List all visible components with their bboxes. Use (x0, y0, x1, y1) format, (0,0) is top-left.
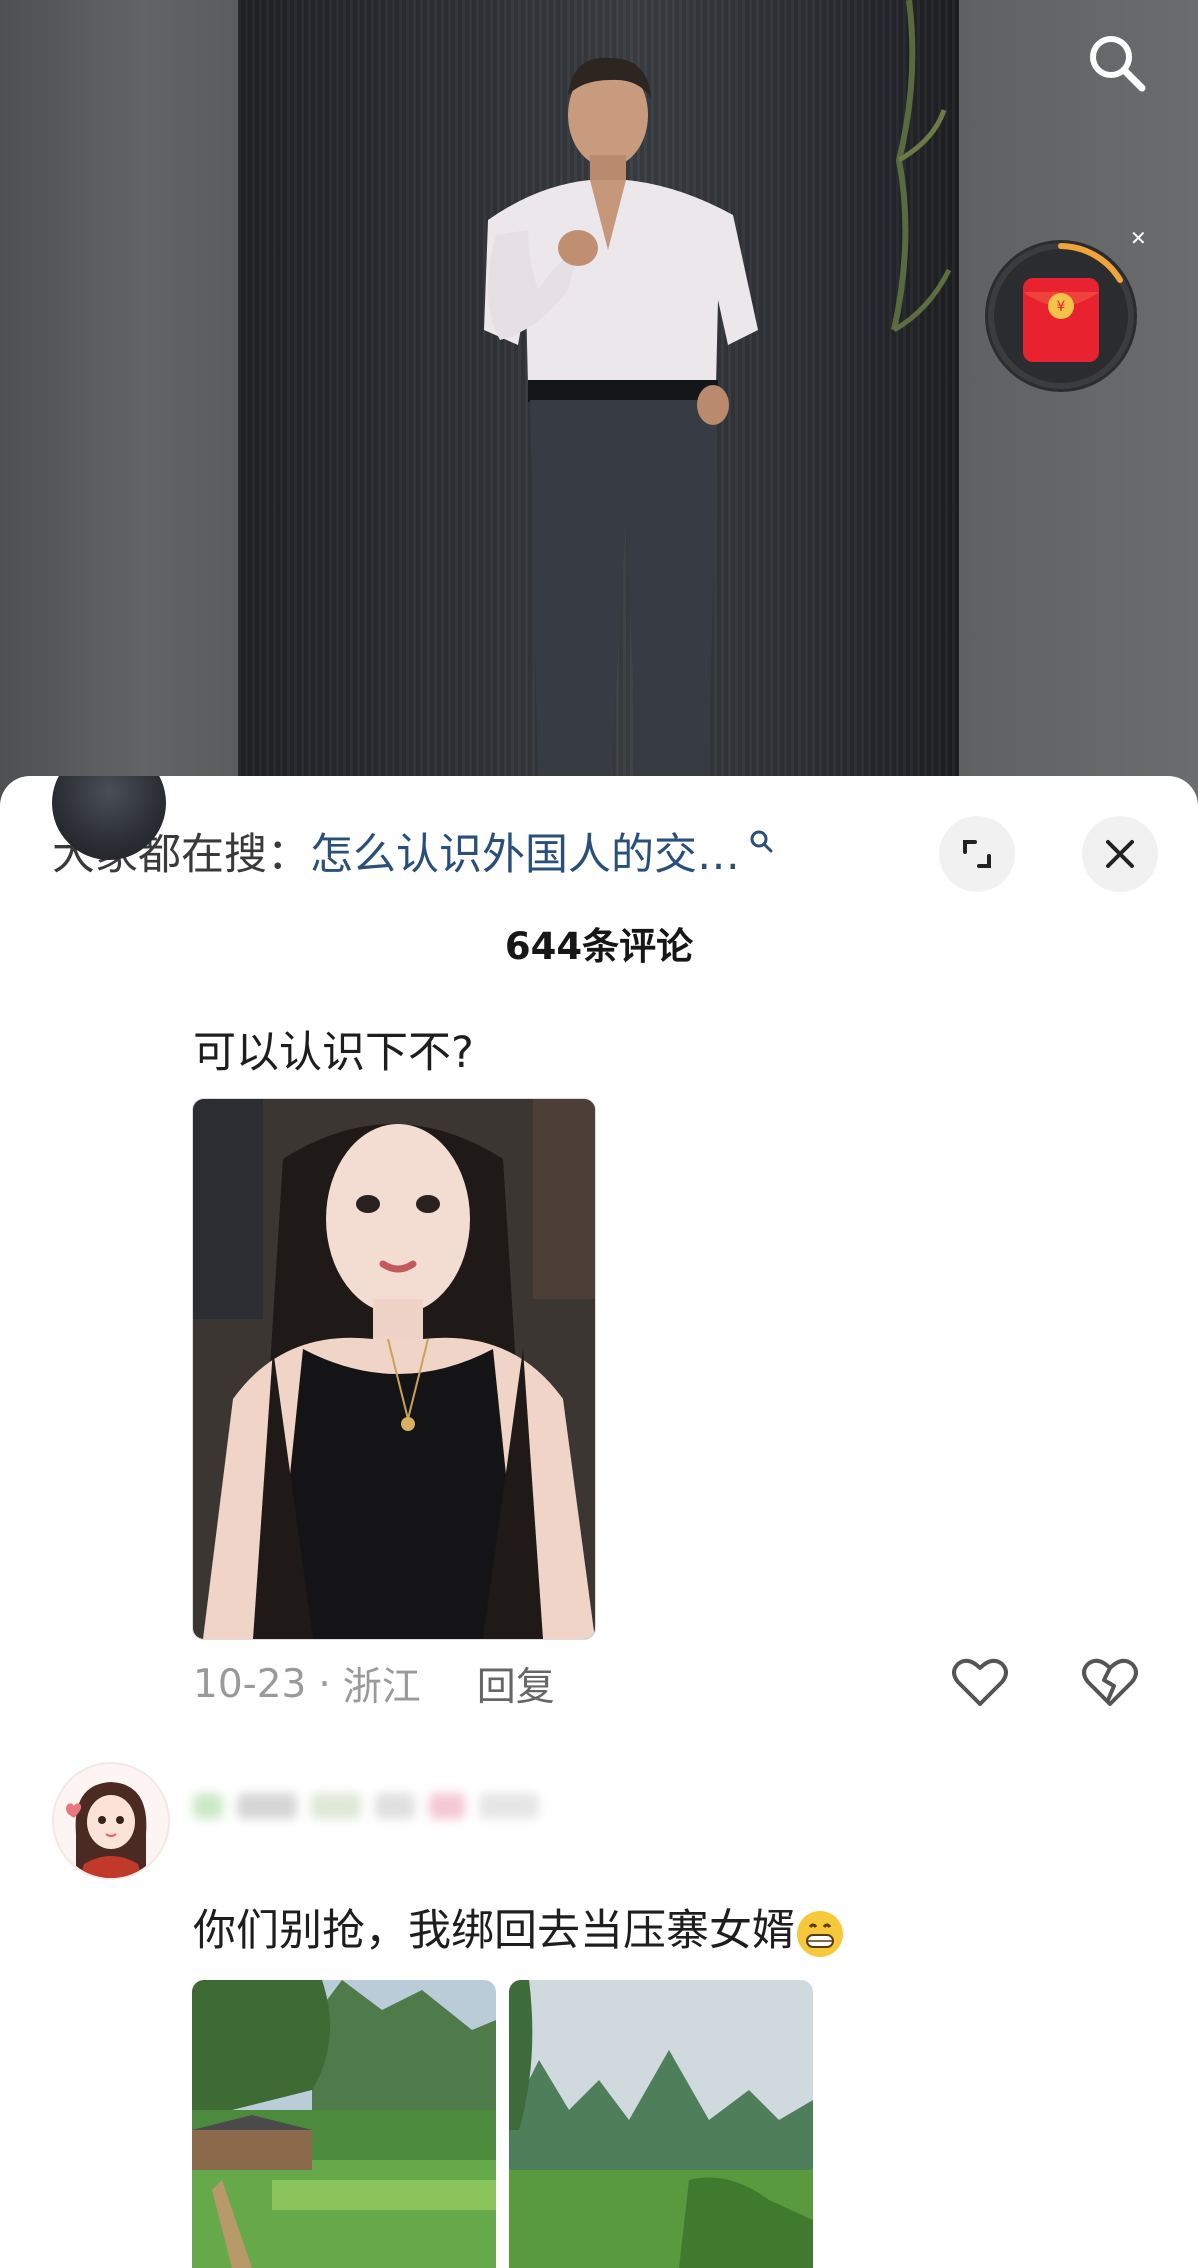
comment-photo-image (193, 1099, 595, 1639)
avatar-cartoon-girl-image (66, 1782, 147, 1878)
dislike-button[interactable] (1078, 1650, 1142, 1714)
video-player[interactable] (238, 0, 959, 790)
meta-separator: · (318, 1661, 331, 1707)
red-packet-widget[interactable]: ¥ (985, 240, 1137, 392)
comment-text: 你们别抢，我绑回去当压寨女婿 (193, 1896, 843, 1958)
expand-button[interactable] (939, 816, 1015, 892)
expand-icon (963, 840, 991, 868)
broken-heart-icon (1082, 1658, 1138, 1706)
comment-photo-landscape[interactable] (509, 1980, 813, 2268)
search-icon (1090, 36, 1146, 92)
heart-icon (952, 1658, 1008, 1706)
comment-text-content: 你们别抢，我绑回去当压寨女婿 (193, 1906, 795, 1956)
trending-search-query[interactable]: 怎么认识外国人的交… (310, 820, 740, 882)
comment-date: 10-23 (193, 1661, 307, 1707)
red-packet-icon: ¥ (988, 243, 1134, 389)
video-search-button[interactable] (1078, 24, 1154, 100)
close-button[interactable] (1082, 816, 1158, 892)
village-landscape-image (192, 1980, 496, 2268)
avatar[interactable] (52, 1762, 170, 1880)
comment-count: 644条评论 (504, 925, 694, 968)
like-button[interactable] (948, 1650, 1012, 1714)
plant-leaves-image (891, 0, 952, 333)
comment-photo[interactable] (192, 1098, 596, 1640)
red-packet-close-icon[interactable]: ✕ (1130, 226, 1147, 250)
blurred-username (193, 1786, 593, 1826)
comment-meta: 10-23 · 浙江 回复 (193, 1656, 555, 1712)
karst-mountains-image (509, 1980, 813, 2268)
comment-location: 浙江 (342, 1665, 421, 1710)
reply-button[interactable]: 回复 (477, 1656, 555, 1712)
close-icon (1106, 840, 1134, 868)
grin-emoji-icon (797, 1910, 843, 1957)
comment-sheet: 大家都在搜： 怎么认识外国人的交… 644条评论 可以认识下不? 10-23 ·… (0, 776, 1198, 2268)
svg-text:¥: ¥ (1057, 299, 1066, 315)
comment-photo-landscape[interactable] (192, 1980, 496, 2268)
comment-text: 可以认识下不? (193, 1028, 474, 1078)
search-small-icon (750, 830, 773, 853)
